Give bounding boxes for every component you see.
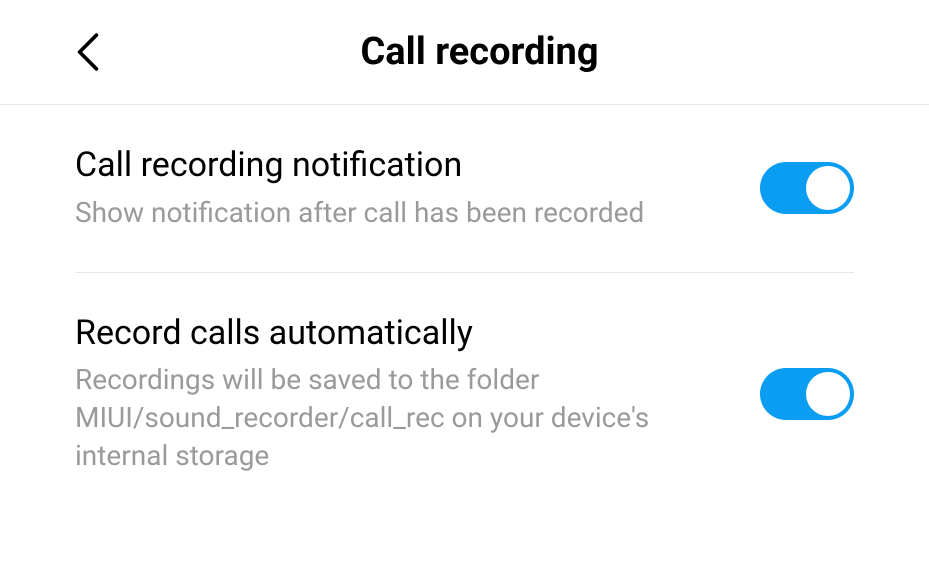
back-button[interactable] [75, 31, 101, 73]
toggle-knob [806, 372, 850, 416]
setting-record-calls-automatically[interactable]: Record calls automatically Recordings wi… [75, 273, 854, 515]
setting-description: Recordings will be saved to the folder M… [75, 361, 720, 474]
setting-label: Call recording notification [75, 145, 720, 186]
toggle-knob [806, 166, 850, 210]
setting-text: Record calls automatically Recordings wi… [75, 313, 760, 475]
page-title: Call recording [70, 30, 889, 74]
setting-call-recording-notification[interactable]: Call recording notification Show notific… [75, 105, 854, 273]
header: Call recording [0, 0, 929, 105]
setting-description: Show notification after call has been re… [75, 194, 720, 232]
toggle-call-recording-notification[interactable] [760, 162, 854, 214]
settings-list: Call recording notification Show notific… [0, 105, 929, 515]
toggle-record-calls-automatically[interactable] [760, 368, 854, 420]
chevron-left-icon [75, 31, 101, 73]
setting-text: Call recording notification Show notific… [75, 145, 760, 232]
setting-label: Record calls automatically [75, 313, 720, 354]
